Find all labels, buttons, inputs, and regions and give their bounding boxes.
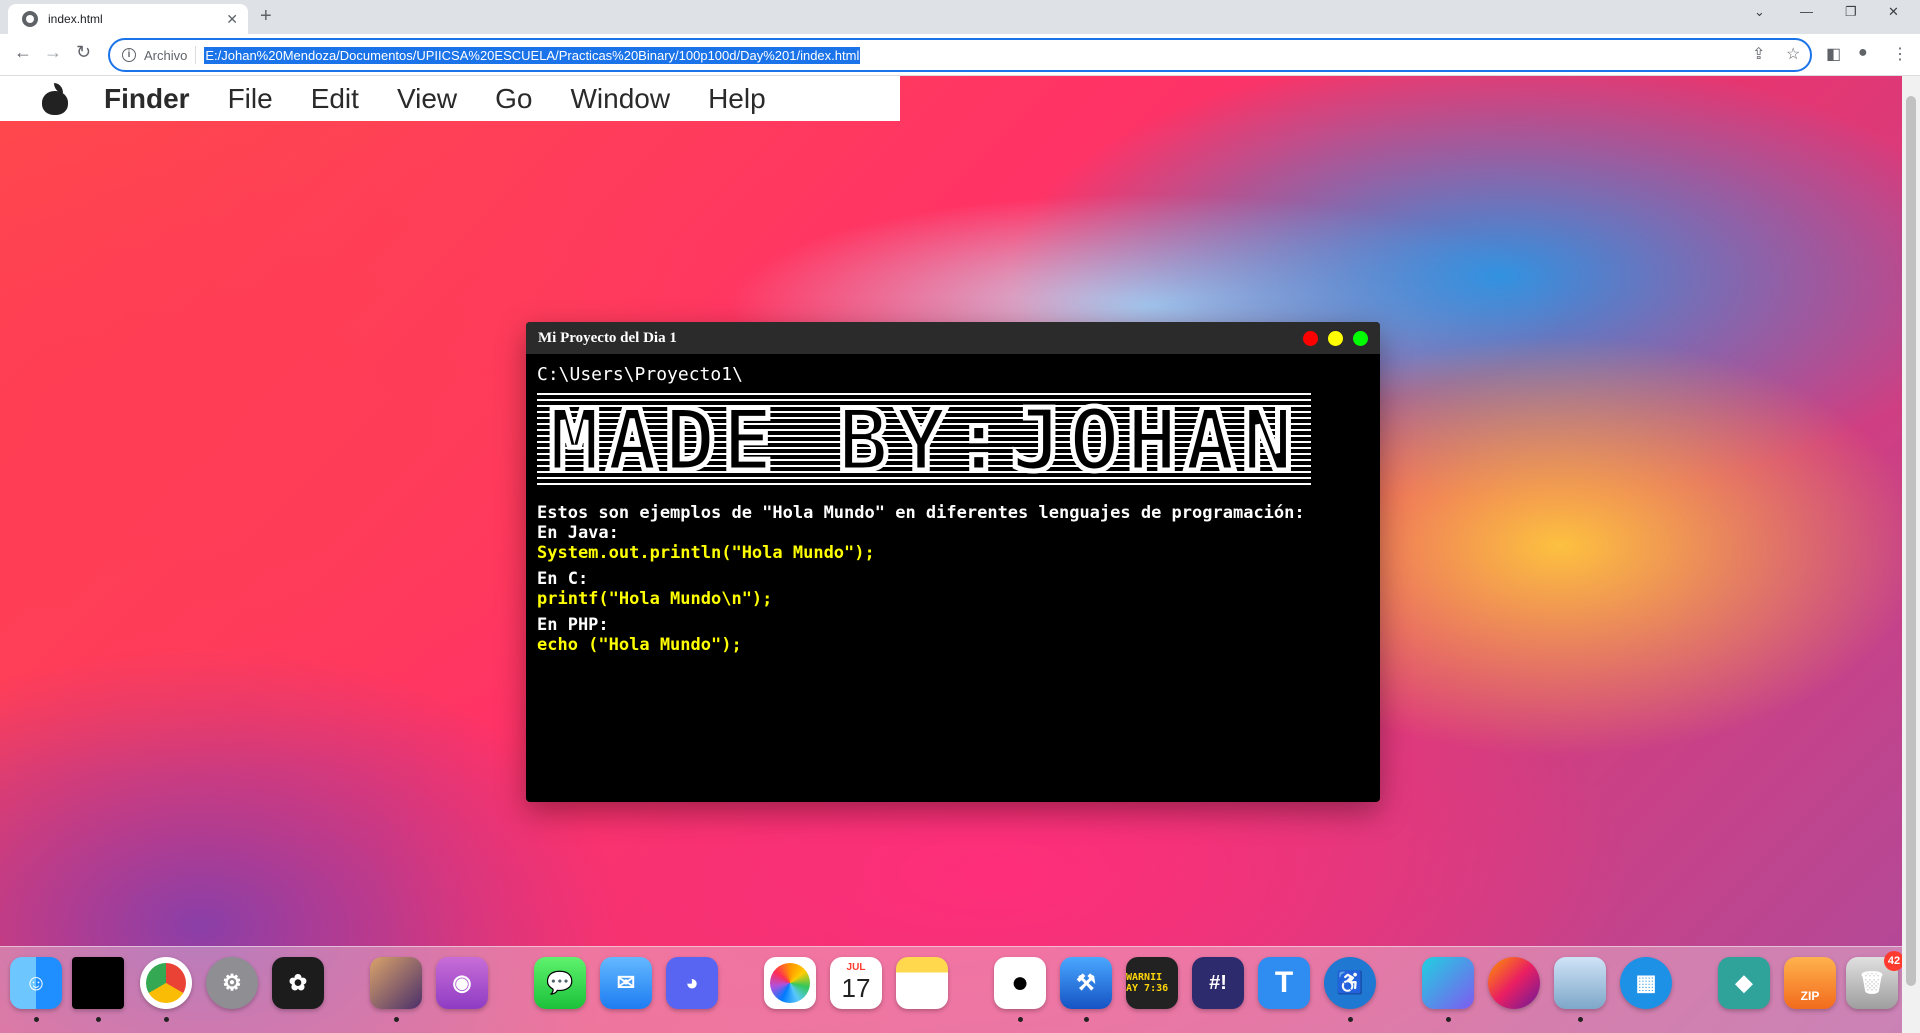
address-bar[interactable]: i Archivo E:/Johan%20Mendoza/Documentos/…: [108, 38, 1812, 72]
close-dot[interactable]: [1303, 330, 1318, 346]
restore-button[interactable]: ❐: [1845, 4, 1857, 20]
accessibility-icon[interactable]: ♿: [1324, 957, 1376, 1009]
xcode-icon[interactable]: ⚒: [1060, 957, 1112, 1009]
page-scrollbar[interactable]: [1902, 76, 1920, 1033]
terminal-window: Mi Proyecto del Dia 1 C:\Users\Proyecto1…: [526, 322, 1380, 802]
menu-help[interactable]: Help: [708, 83, 766, 115]
maximize-dot[interactable]: [1353, 330, 1368, 346]
terminal-path: C:\Users\Proyecto1\: [537, 364, 743, 385]
docker-icon[interactable]: ▦: [1620, 957, 1672, 1009]
ascii-banner: MADE BY:JOHAN: [537, 389, 1311, 494]
scheme-label: Archivo: [144, 47, 188, 63]
c-code: printf("Hola Mundo\n");: [537, 589, 773, 609]
menu-edit[interactable]: Edit: [311, 83, 359, 115]
close-window-button[interactable]: ✕: [1888, 4, 1899, 20]
dock: ☺ ⚙ ✿ ◉ 💬 ✉ ◕ JUL 17 ● ⚒ WARNII AY 7:36: [0, 946, 1902, 1033]
tab-search-icon[interactable]: ⌄: [1754, 4, 1765, 20]
running-indicator: [394, 1017, 399, 1022]
firefox-icon[interactable]: [1488, 957, 1540, 1009]
intro-text: Estos son ejemplos de "Hola Mundo" en di…: [537, 503, 1305, 523]
info-icon[interactable]: i: [122, 48, 136, 62]
lang-java-label: En Java:: [537, 523, 619, 543]
menu-view[interactable]: View: [397, 83, 457, 115]
browser-tab[interactable]: index.html ✕: [8, 4, 248, 34]
mac-menu-bar: Finder File Edit View Go Window Help: [0, 76, 900, 121]
menu-finder[interactable]: Finder: [104, 83, 190, 115]
archive-icon[interactable]: ZIP: [1784, 957, 1836, 1009]
running-indicator: [1348, 1017, 1353, 1022]
banner-text: MADE BY:JOHAN: [546, 389, 1300, 494]
page-viewport: Finder File Edit View Go Window Help Mi …: [0, 76, 1902, 1033]
share-icon[interactable]: ⇪: [1752, 44, 1765, 64]
kebab-menu-icon[interactable]: ⋮: [1892, 44, 1908, 64]
running-indicator: [1084, 1017, 1089, 1022]
discord-icon[interactable]: ◕: [666, 957, 718, 1009]
typora-icon[interactable]: T: [1258, 957, 1310, 1009]
scrollbar-thumb[interactable]: [1906, 96, 1916, 986]
podcasts-icon[interactable]: ◉: [436, 957, 488, 1009]
system-preferences-icon[interactable]: ⚙: [206, 957, 258, 1009]
photos-icon[interactable]: [764, 957, 816, 1009]
globe-icon: [22, 11, 38, 27]
console-label: WARNII AY 7:36: [1126, 972, 1169, 994]
screens-icon[interactable]: [1422, 957, 1474, 1009]
messages-icon[interactable]: 💬: [534, 957, 586, 1009]
trash-icon[interactable]: 🗑 42: [1846, 951, 1902, 1009]
new-tab-button[interactable]: +: [260, 5, 272, 28]
lang-c-label: En C:: [537, 569, 589, 589]
github-icon[interactable]: ●: [994, 957, 1046, 1009]
running-indicator: [1018, 1017, 1023, 1022]
menu-file[interactable]: File: [228, 83, 273, 115]
running-indicator: [1578, 1017, 1583, 1022]
tab-title: index.html: [48, 12, 103, 26]
finder-icon[interactable]: ☺: [10, 957, 62, 1009]
davinci-icon[interactable]: ✿: [272, 957, 324, 1009]
apple-logo-icon[interactable]: [40, 82, 70, 115]
calendar-month: JUL: [846, 962, 866, 973]
browser-tab-bar: index.html ✕ + ⌄ — ❐ ✕: [0, 0, 1920, 34]
running-indicator: [34, 1017, 39, 1022]
preview-icon[interactable]: [1554, 957, 1606, 1009]
reload-icon[interactable]: ↻: [76, 42, 91, 63]
notes-icon[interactable]: [896, 957, 948, 1009]
running-indicator: [96, 1017, 101, 1022]
calendar-icon[interactable]: JUL 17: [830, 957, 882, 1009]
browser-toolbar: ← → ↻ i Archivo E:/Johan%20Mendoza/Docum…: [0, 34, 1920, 76]
chrome-icon[interactable]: [140, 957, 192, 1009]
zip-label: ZIP: [1800, 989, 1820, 1003]
omnibox-divider: [195, 46, 197, 64]
php-code: echo ("Hola Mundo");: [537, 635, 742, 655]
sourcetree-icon[interactable]: ◆: [1718, 957, 1770, 1009]
back-arrow-icon[interactable]: ←: [14, 42, 32, 63]
lang-php-label: En PHP:: [537, 615, 609, 635]
minimize-button[interactable]: —: [1800, 4, 1813, 19]
hashtag-app-icon[interactable]: #!: [1192, 957, 1244, 1009]
terminal-title: Mi Proyecto del Dia 1: [538, 329, 677, 346]
console-icon[interactable]: WARNII AY 7:36: [1126, 957, 1178, 1009]
bookmark-star-icon[interactable]: ☆: [1786, 44, 1800, 64]
running-indicator: [164, 1017, 169, 1022]
trash-badge: 42: [1884, 951, 1902, 971]
java-code: System.out.println("Hola Mundo");: [537, 543, 875, 563]
close-tab-icon[interactable]: ✕: [226, 11, 238, 28]
photo-app-icon[interactable]: [370, 957, 422, 1009]
terminal-body: C:\Users\Proyecto1\ MADE BY:JOHAN Estos …: [526, 354, 1380, 671]
url-text[interactable]: E:/Johan%20Mendoza/Documentos/UPIICSA%20…: [204, 46, 861, 64]
running-indicator: [1446, 1017, 1451, 1022]
minimize-dot[interactable]: [1328, 330, 1343, 346]
forward-arrow-icon[interactable]: →: [44, 42, 62, 63]
terminal-title-bar: Mi Proyecto del Dia 1: [526, 322, 1380, 354]
t-label: T: [1274, 966, 1294, 999]
side-panel-icon[interactable]: ◧: [1826, 44, 1841, 64]
profile-avatar-icon[interactable]: ●: [1858, 44, 1868, 62]
calendar-day: 17: [841, 973, 871, 1003]
activity-monitor-icon[interactable]: [72, 957, 124, 1009]
mail-icon[interactable]: ✉: [600, 957, 652, 1009]
menu-go[interactable]: Go: [495, 83, 532, 115]
menu-window[interactable]: Window: [570, 83, 670, 115]
hashtag-label: #!: [1209, 971, 1227, 994]
